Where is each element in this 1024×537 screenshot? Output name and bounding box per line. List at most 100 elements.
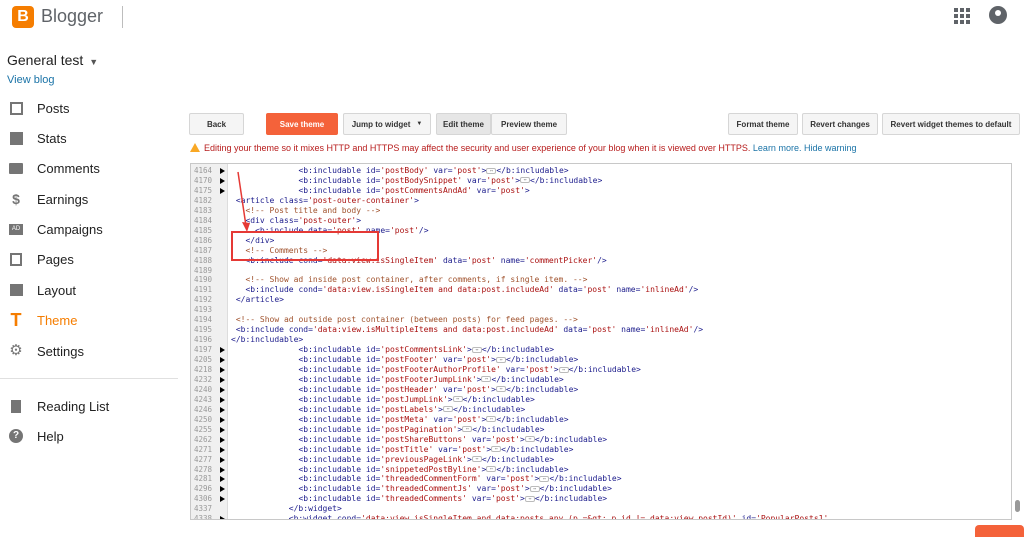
app-title[interactable]: Blogger bbox=[41, 6, 103, 27]
fold-arrow-icon[interactable] bbox=[220, 406, 225, 413]
collapsed-block-icon[interactable]: ↔ bbox=[442, 406, 453, 413]
fold-arrow-icon[interactable] bbox=[220, 347, 225, 354]
code-line[interactable]: 4218 <b:includable id='postFooterAuthorP… bbox=[191, 365, 1011, 375]
account-icon[interactable] bbox=[989, 6, 1007, 24]
collapsed-block-icon[interactable]: ↔ bbox=[452, 396, 463, 403]
jump-to-widget-dropdown[interactable]: Jump to widget ▼ bbox=[343, 113, 431, 135]
code-line[interactable]: 4170 <b:includable id='postBodySnippet' … bbox=[191, 176, 1011, 186]
fold-arrow-icon[interactable] bbox=[220, 456, 225, 463]
fold-arrow-icon[interactable] bbox=[220, 367, 225, 373]
collapsed-block-icon[interactable]: ↔ bbox=[539, 475, 550, 482]
sidebar-item-stats[interactable]: Stats bbox=[0, 128, 178, 148]
code-line[interactable]: 4205 <b:includable id='postFooter' var='… bbox=[191, 355, 1011, 365]
code-line[interactable]: 4306 <b:includable id='threadedComments'… bbox=[191, 494, 1011, 504]
code-line[interactable]: 4262 <b:includable id='postShareButtons'… bbox=[191, 435, 1011, 445]
blogger-logo[interactable]: B bbox=[12, 6, 34, 28]
collapsed-block-icon[interactable]: ↔ bbox=[524, 495, 535, 502]
code-line[interactable]: 4192 </article> bbox=[191, 295, 1011, 305]
revert-changes-button[interactable]: Revert changes bbox=[802, 113, 878, 135]
collapsed-block-icon[interactable]: ↔ bbox=[491, 446, 502, 453]
code-line[interactable]: 4338 <b:widget cond='data:view.isSingleI… bbox=[191, 514, 1011, 519]
sidebar-item-comments[interactable]: Comments bbox=[0, 158, 178, 178]
fold-arrow-icon[interactable] bbox=[220, 436, 225, 443]
sidebar-item-reading-list[interactable]: Reading List bbox=[0, 396, 178, 416]
code-line[interactable]: 4194 <!-- Show ad outside post container… bbox=[191, 315, 1011, 325]
sidebar-item-settings[interactable]: ⚙ Settings bbox=[0, 341, 178, 361]
code-line[interactable]: 4255 <b:includable id='postPagination'> ↔… bbox=[191, 425, 1011, 435]
fold-arrow-icon[interactable] bbox=[220, 177, 225, 184]
collapsed-block-icon[interactable]: ↔ bbox=[486, 416, 497, 423]
save-theme-button[interactable]: Save theme bbox=[266, 113, 338, 135]
collapsed-block-icon[interactable]: ↔ bbox=[471, 346, 482, 353]
revert-widget-themes-button[interactable]: Revert widget themes to default bbox=[882, 113, 1020, 135]
code-line[interactable]: 4278 <b:includable id='snippetedPostByli… bbox=[191, 465, 1011, 475]
edit-theme-tab[interactable]: Edit theme bbox=[436, 113, 491, 135]
sidebar-item-earnings[interactable]: $ Earnings bbox=[0, 189, 178, 209]
collapsed-block-icon[interactable]: ↔ bbox=[495, 356, 506, 363]
fold-arrow-icon[interactable] bbox=[220, 386, 225, 393]
code-line[interactable]: 4196 </b:includable> bbox=[191, 335, 1011, 345]
fold-arrow-icon[interactable] bbox=[220, 168, 225, 174]
collapsed-block-icon[interactable]: ↔ bbox=[481, 376, 492, 383]
collapsed-block-icon[interactable]: ↔ bbox=[486, 466, 497, 472]
fold-arrow-icon[interactable] bbox=[220, 486, 225, 493]
code-editor[interactable]: 4164 <b:includable id='postBody' var='po… bbox=[190, 163, 1012, 520]
fold-arrow-icon[interactable] bbox=[220, 357, 225, 364]
format-theme-button[interactable]: Format theme bbox=[728, 113, 798, 135]
code-line[interactable]: 4191 <b:include cond='data:view.isSingle… bbox=[191, 285, 1011, 295]
code-line[interactable]: 4250 <b:includable id='postMeta' var='po… bbox=[191, 415, 1011, 425]
fold-arrow-icon[interactable] bbox=[220, 466, 225, 473]
code-line[interactable]: 4240 <b:includable id='postHeader' var='… bbox=[191, 385, 1011, 395]
fold-arrow-icon[interactable] bbox=[220, 496, 225, 503]
code-line[interactable]: 4182 <article class='post-outer-containe… bbox=[191, 196, 1011, 206]
floating-action-button[interactable] bbox=[975, 525, 1024, 537]
sidebar-item-posts[interactable]: Posts bbox=[0, 98, 178, 118]
collapsed-block-icon[interactable]: ↔ bbox=[524, 436, 535, 443]
fold-arrow-icon[interactable] bbox=[220, 476, 225, 483]
code-line[interactable]: 4184 <div class='post-outer'> bbox=[191, 216, 1011, 226]
code-line[interactable]: 4195 <b:include cond='data:view.isMultip… bbox=[191, 325, 1011, 335]
code-line[interactable]: 4296 <b:includable id='threadedCommentJs… bbox=[191, 484, 1011, 494]
blog-selector[interactable]: General test ▼ bbox=[7, 52, 98, 68]
back-button[interactable]: Back bbox=[189, 113, 244, 135]
hide-warning-link[interactable]: Hide warning bbox=[804, 143, 857, 153]
code-line[interactable]: 4193 bbox=[191, 305, 1011, 315]
fold-arrow-icon[interactable] bbox=[220, 416, 225, 423]
code-line[interactable]: 4246 <b:includable id='postLabels'> ↔ </b:… bbox=[191, 405, 1011, 415]
collapsed-block-icon[interactable]: ↔ bbox=[529, 485, 540, 492]
collapsed-block-icon[interactable]: ↔ bbox=[462, 426, 473, 433]
fold-arrow-icon[interactable] bbox=[220, 376, 225, 383]
sidebar-item-pages[interactable]: Pages bbox=[0, 249, 178, 269]
code-line[interactable]: 4189 bbox=[191, 266, 1011, 276]
fold-arrow-icon[interactable] bbox=[220, 396, 225, 403]
code-line[interactable]: 4164 <b:includable id='postBody' var='po… bbox=[191, 166, 1011, 176]
code-line[interactable]: 4175 <b:includable id='postCommentsAndAd… bbox=[191, 186, 1011, 196]
sidebar-item-layout[interactable]: Layout bbox=[0, 280, 178, 300]
code-line[interactable]: 4190 <!-- Show ad inside post container,… bbox=[191, 275, 1011, 285]
collapsed-block-icon[interactable]: ↔ bbox=[520, 177, 531, 184]
code-line[interactable]: 4197 <b:includable id='postCommentsLink'… bbox=[191, 345, 1011, 355]
learn-more-link[interactable]: Learn more. bbox=[753, 143, 802, 153]
sidebar-item-help[interactable]: ? Help bbox=[0, 426, 178, 446]
code-line[interactable]: 4232 <b:includable id='postFooterJumpLin… bbox=[191, 375, 1011, 385]
collapsed-block-icon[interactable]: ↔ bbox=[558, 366, 569, 373]
fold-arrow-icon[interactable] bbox=[220, 446, 225, 453]
sidebar-item-campaigns[interactable]: AD Campaigns bbox=[0, 219, 178, 239]
fold-arrow-icon[interactable] bbox=[220, 426, 225, 433]
collapsed-block-icon[interactable]: ↔ bbox=[486, 167, 497, 174]
code-line[interactable]: 4271 <b:includable id='postTitle' var='p… bbox=[191, 445, 1011, 455]
code-line[interactable]: 4183 <!-- Post title and body --> bbox=[191, 206, 1011, 216]
sidebar-item-theme[interactable]: T Theme bbox=[0, 310, 178, 330]
code-line[interactable]: 4243 <b:includable id='postJumpLink'> ↔ </… bbox=[191, 395, 1011, 405]
apps-grid-icon[interactable] bbox=[954, 8, 970, 24]
code-line[interactable]: 4337 </b:widget> bbox=[191, 504, 1011, 514]
code-line[interactable]: 4277 <b:includable id='previousPageLink'… bbox=[191, 455, 1011, 465]
editor-scrollbar[interactable] bbox=[1015, 500, 1020, 512]
code-line[interactable]: 4281 <b:includable id='threadedCommentFo… bbox=[191, 474, 1011, 484]
fold-arrow-icon[interactable] bbox=[220, 187, 225, 194]
collapsed-block-icon[interactable]: ↔ bbox=[495, 386, 506, 393]
preview-theme-tab[interactable]: Preview theme bbox=[491, 113, 567, 135]
fold-arrow-icon[interactable] bbox=[220, 516, 225, 519]
view-blog-link[interactable]: View blog bbox=[7, 74, 55, 86]
collapsed-block-icon[interactable]: ↔ bbox=[471, 456, 482, 463]
